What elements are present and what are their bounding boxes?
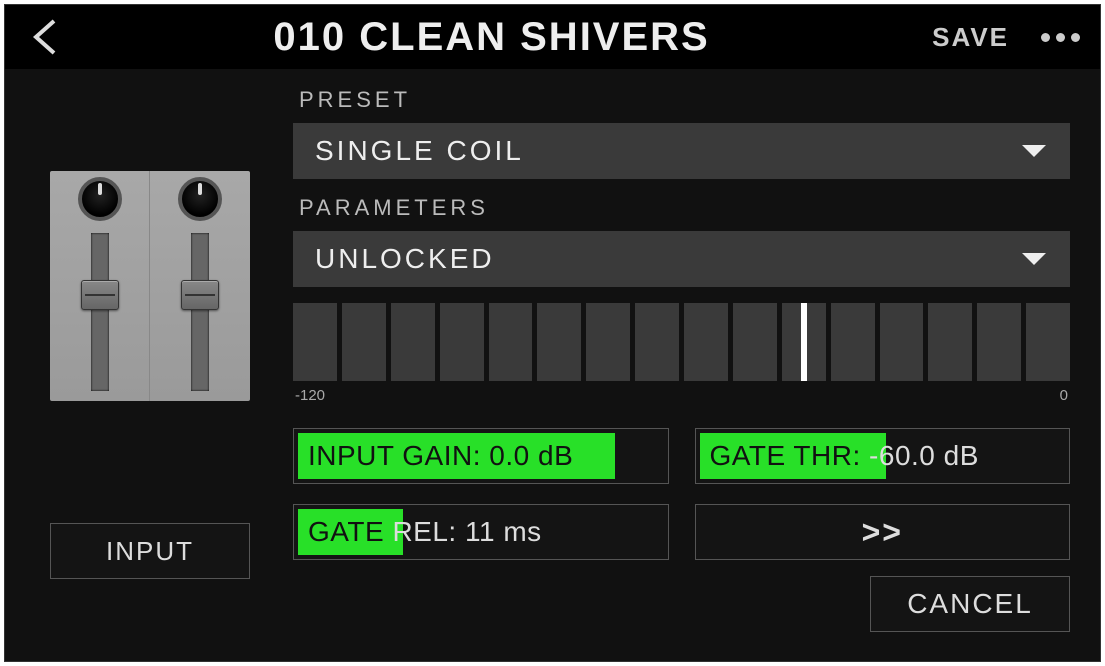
back-triangle-icon xyxy=(32,19,58,55)
chevron-down-icon xyxy=(1020,143,1048,159)
input-gain-field[interactable]: INPUT GAIN: 0.0 dB xyxy=(293,428,669,484)
pan-knob[interactable] xyxy=(178,177,222,221)
input-button[interactable]: INPUT xyxy=(50,523,250,579)
meter-segment xyxy=(537,303,581,381)
mixer-panel xyxy=(50,171,250,401)
body: INPUT PRESET SINGLE COIL PARAMETERS UNLO… xyxy=(5,69,1100,661)
parameter-grid: INPUT GAIN: 0.0 dB GATE THR: -60.0 dB xyxy=(293,428,1070,560)
dot-icon xyxy=(1041,33,1050,42)
preset-value: SINGLE COIL xyxy=(315,135,524,167)
app-window: 010 CLEAN SHIVERS SAVE xyxy=(4,4,1101,662)
preset-dropdown[interactable]: SINGLE COIL xyxy=(293,123,1070,179)
meter-segment xyxy=(342,303,386,381)
preset-label: PRESET xyxy=(299,87,1070,113)
meter-segment xyxy=(489,303,533,381)
meter-segment xyxy=(733,303,777,381)
meter-segment xyxy=(440,303,484,381)
chevron-down-icon xyxy=(1020,251,1048,267)
back-button[interactable] xyxy=(25,17,65,57)
meter-segments[interactable] xyxy=(293,303,1070,381)
meter-segment xyxy=(928,303,972,381)
level-meter: -120 0 xyxy=(293,303,1070,404)
meter-segment xyxy=(1026,303,1070,381)
meter-segment xyxy=(586,303,630,381)
meter-segment xyxy=(880,303,924,381)
mixer-channel-1 xyxy=(50,171,150,401)
fader-handle[interactable] xyxy=(181,280,219,310)
meter-segment xyxy=(782,303,826,381)
patch-title: 010 CLEAN SHIVERS xyxy=(65,15,918,60)
main-row: INPUT PRESET SINGLE COIL PARAMETERS UNLO… xyxy=(35,81,1070,632)
dot-icon xyxy=(1071,33,1080,42)
gate-threshold-field[interactable]: GATE THR: -60.0 dB xyxy=(695,428,1071,484)
parameters-label: PARAMETERS xyxy=(299,195,1070,221)
parameters-value: UNLOCKED xyxy=(315,243,495,275)
gate-release-field[interactable]: GATE REL: 11 ms xyxy=(293,504,669,560)
pan-knob[interactable] xyxy=(78,177,122,221)
save-button[interactable]: SAVE xyxy=(918,16,1023,59)
dot-icon xyxy=(1056,33,1065,42)
meter-segment xyxy=(977,303,1021,381)
header-bar: 010 CLEAN SHIVERS SAVE xyxy=(5,5,1100,69)
footer: CANCEL xyxy=(293,570,1070,632)
meter-segment xyxy=(391,303,435,381)
meter-scale: -120 0 xyxy=(293,385,1070,404)
param-text: GATE THR: -60.0 dB xyxy=(710,440,979,472)
fader-handle[interactable] xyxy=(81,280,119,310)
fader-track[interactable] xyxy=(91,233,109,391)
meter-segment xyxy=(293,303,337,381)
more-arrow-label: >> xyxy=(862,514,903,551)
meter-min-label: -120 xyxy=(295,387,325,404)
param-text: INPUT GAIN: 0.0 dB xyxy=(308,440,573,472)
meter-segment xyxy=(684,303,728,381)
right-column: PRESET SINGLE COIL PARAMETERS UNLOCKED xyxy=(293,81,1070,632)
meter-max-label: 0 xyxy=(1060,387,1068,404)
more-menu-button[interactable] xyxy=(1041,33,1080,42)
fader-track[interactable] xyxy=(191,233,209,391)
meter-segment xyxy=(831,303,875,381)
meter-segment xyxy=(635,303,679,381)
parameters-dropdown[interactable]: UNLOCKED xyxy=(293,231,1070,287)
cancel-button[interactable]: CANCEL xyxy=(870,576,1070,632)
left-column: INPUT xyxy=(35,81,265,579)
more-parameters-button[interactable]: >> xyxy=(695,504,1071,560)
param-text: GATE REL: 11 ms xyxy=(308,516,542,548)
mixer-channel-2 xyxy=(150,171,250,401)
